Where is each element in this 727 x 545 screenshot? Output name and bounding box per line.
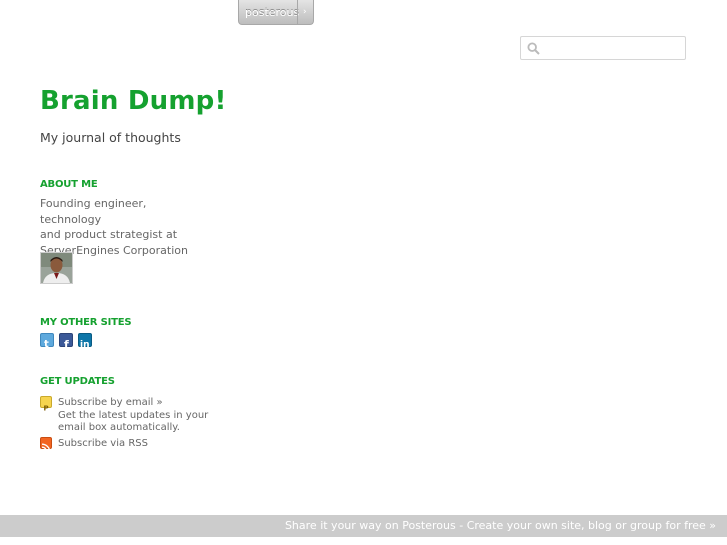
about-line: and product strategist at	[40, 228, 178, 241]
about-me-heading: ABOUT ME	[40, 179, 98, 190]
svg-text:f: f	[64, 338, 69, 349]
rss-subscribe-block: Subscribe via RSS	[58, 438, 148, 451]
search-input[interactable]	[543, 39, 685, 59]
chevron-right-icon[interactable]: ›	[298, 7, 307, 17]
posterous-email-icon: P	[40, 396, 52, 413]
about-line: Founding engineer, technology	[40, 197, 147, 226]
footer-create-site-link[interactable]: Share it your way on Posterous - Create …	[285, 519, 716, 532]
posterous-menu-tab[interactable]: posterous ›	[238, 0, 314, 25]
svg-text:in: in	[80, 340, 90, 349]
avatar-photo	[41, 253, 72, 283]
subscribe-rss-link[interactable]: Subscribe via RSS	[58, 438, 148, 449]
site-tagline: My journal of thoughts	[40, 130, 181, 145]
search-box[interactable]	[520, 36, 686, 60]
svg-text:P: P	[44, 405, 49, 413]
about-text: Founding engineer, technology and produc…	[40, 196, 210, 258]
svg-text:t: t	[44, 339, 49, 349]
email-subscribe-block: Subscribe by email » Get the latest upda…	[58, 397, 208, 435]
twitter-icon[interactable]: t	[40, 333, 54, 350]
posterous-label[interactable]: posterous	[239, 6, 299, 19]
search-icon	[527, 42, 540, 55]
footer-bar: Share it your way on Posterous - Create …	[0, 515, 727, 537]
avatar[interactable]	[40, 252, 73, 284]
site-title[interactable]: Brain Dump!	[40, 86, 227, 116]
linkedin-icon[interactable]: in	[78, 333, 92, 350]
facebook-icon[interactable]: f	[59, 333, 73, 351]
get-updates-heading: GET UPDATES	[40, 376, 115, 387]
email-desc-line: Get the latest updates in your	[58, 409, 209, 421]
subscribe-email-link[interactable]: Subscribe by email »	[58, 397, 163, 408]
other-sites-heading: MY OTHER SITES	[40, 317, 132, 328]
rss-icon	[40, 437, 52, 453]
email-desc-line: email box automatically.	[58, 422, 180, 433]
